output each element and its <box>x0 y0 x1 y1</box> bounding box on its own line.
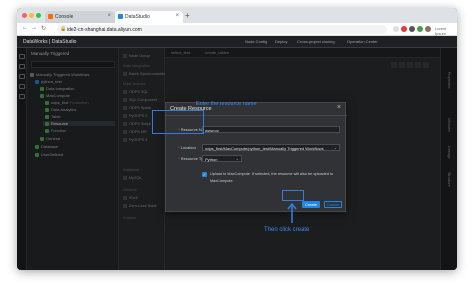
enter-name-callout: Enter the resource name <box>196 101 257 107</box>
avatar[interactable] <box>425 26 431 32</box>
reload-icon[interactable]: ↻ <box>41 25 46 32</box>
browser-tab-datastudio[interactable]: DataStudio × <box>115 11 183 23</box>
forward-icon[interactable]: → <box>31 25 37 31</box>
location-label: * Location <box>178 145 196 150</box>
cancel-button[interactable]: Cancel <box>324 201 342 208</box>
tab-title: Console <box>55 14 74 20</box>
resource-type-select[interactable]: Python ⌄ <box>202 155 242 162</box>
profile-label[interactable]: Lorem Ipsum <box>435 26 457 36</box>
toolbar-cross-project-cloning[interactable]: Cross-project cloning <box>297 39 335 44</box>
url-text: ide2-cn-shanghai.data.aliyun.com <box>67 27 142 33</box>
create-button-highlight <box>282 190 304 201</box>
location-select[interactable]: odps_first/MaxCompute/python_test/Manual… <box>202 144 340 151</box>
close-icon[interactable]: × <box>337 104 341 111</box>
toolbar-operation-center[interactable]: Operation Center <box>347 39 378 44</box>
upload-note-continuation: MaxCompute. <box>210 179 234 183</box>
arrow-up-icon <box>287 202 297 223</box>
app-brand: DataWorks | DataStudio <box>23 39 77 45</box>
lock-icon: 🔒 <box>60 26 67 32</box>
console-favicon-icon <box>48 14 53 19</box>
address-bar[interactable]: 🔒 ide2-cn-shanghai.data.aliyun.com <box>57 25 387 34</box>
close-tab-icon[interactable]: × <box>107 13 111 19</box>
browser-tab-console[interactable]: Console × <box>45 11 115 23</box>
chevron-down-icon: ⌄ <box>235 156 239 161</box>
browser-toolbar: ← → ↻ 🔒 ide2-cn-shanghai.data.aliyun.com… <box>17 23 457 36</box>
tab-title: DataStudio <box>125 14 150 20</box>
extension-icon[interactable] <box>401 26 407 32</box>
app-topbar: DataWorks | DataStudio Node Config Deplo… <box>17 36 457 48</box>
extension-icon[interactable] <box>417 26 423 32</box>
resource-name-input[interactable]: www.py <box>202 126 340 133</box>
upload-to-maxcompute-checkbox[interactable]: ✓ <box>202 172 207 177</box>
close-window-dot[interactable] <box>22 13 27 18</box>
minimize-window-dot[interactable] <box>29 13 34 18</box>
back-icon[interactable]: ← <box>22 25 28 31</box>
create-button[interactable]: Create <box>302 201 320 208</box>
then-click-create-callout: Then click create <box>264 227 310 233</box>
browser-tabbar: Console × DataStudio × + <box>17 8 457 23</box>
resource-name-highlight <box>152 110 204 134</box>
maximize-window-dot[interactable] <box>36 13 41 18</box>
toolbar-deploy[interactable]: Deploy <box>275 39 287 44</box>
toolbar-node-config[interactable]: Node Config <box>245 39 267 44</box>
star-icon[interactable] <box>393 26 399 32</box>
new-tab-icon[interactable]: + <box>185 11 190 20</box>
close-tab-icon[interactable]: × <box>175 13 179 19</box>
datastudio-favicon-icon <box>118 14 123 19</box>
browser-window: Console × DataStudio × + ← → ↻ 🔒 ide2-cn… <box>17 8 457 270</box>
upload-to-maxcompute-label: Upload to MaxCompute If selected, the re… <box>210 172 334 176</box>
extension-icon[interactable] <box>409 26 415 32</box>
chevron-down-icon: ⌄ <box>333 145 337 150</box>
